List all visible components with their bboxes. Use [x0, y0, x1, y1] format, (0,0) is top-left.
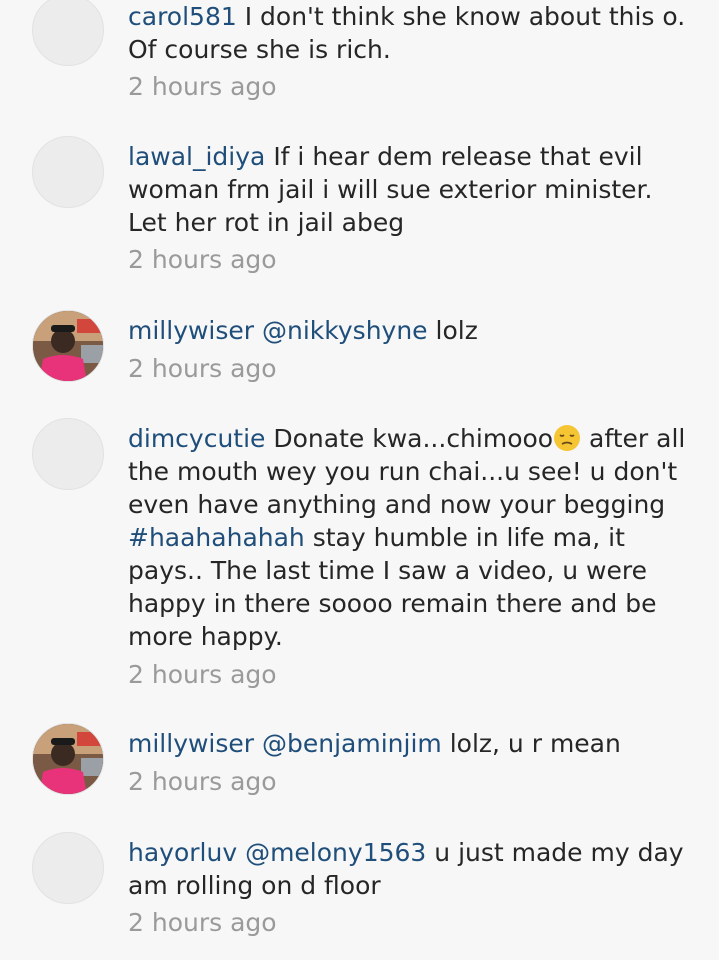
comment-timestamp: 2 hours ago [128, 354, 277, 383]
mention-link[interactable]: @nikkyshyne [262, 316, 428, 345]
avatar[interactable] [32, 136, 104, 208]
comment-body: millywiser @benjaminjim lolz, u r mean [128, 727, 688, 760]
comment-body: dimcycutie Donate kwa...chimooo after al… [128, 422, 688, 653]
mention-link[interactable]: @melony1563 [245, 838, 426, 867]
hashtag-link[interactable]: #haahahahah [128, 523, 305, 552]
comment-username[interactable]: carol581 [128, 2, 237, 31]
comment-timestamp: 2 hours ago [128, 72, 277, 101]
user-photo-icon [33, 724, 103, 794]
pensive-face-emoji [553, 424, 581, 452]
avatar[interactable] [32, 832, 104, 904]
user-photo-icon [33, 311, 103, 381]
avatar[interactable] [32, 418, 104, 490]
comment-username[interactable]: dimcycutie [128, 424, 265, 453]
comment-timestamp: 2 hours ago [128, 660, 277, 689]
comment-body: lawal_idiya If i hear dem release that e… [128, 140, 688, 239]
avatar[interactable] [32, 0, 104, 66]
comment-body: millywiser @nikkyshyne lolz [128, 314, 688, 347]
comment-body: carol581 I don't think she know about th… [128, 0, 688, 66]
comment-timestamp: 2 hours ago [128, 767, 277, 796]
comment-timestamp: 2 hours ago [128, 908, 277, 937]
comment-text: Donate kwa...chimooo [273, 424, 554, 453]
avatar[interactable] [32, 723, 104, 795]
comment-timestamp: 2 hours ago [128, 245, 277, 274]
mention-link[interactable]: @benjaminjim [262, 729, 442, 758]
comment-username[interactable]: lawal_idiya [128, 142, 265, 171]
comment-username[interactable]: millywiser [128, 316, 254, 345]
comment-text: lolz [435, 316, 478, 345]
comment-body: hayorluv @melony1563 u just made my day … [128, 836, 688, 902]
avatar[interactable] [32, 310, 104, 382]
comment-text: lolz, u r mean [449, 729, 621, 758]
comment-username[interactable]: millywiser [128, 729, 254, 758]
comment-username[interactable]: hayorluv [128, 838, 237, 867]
